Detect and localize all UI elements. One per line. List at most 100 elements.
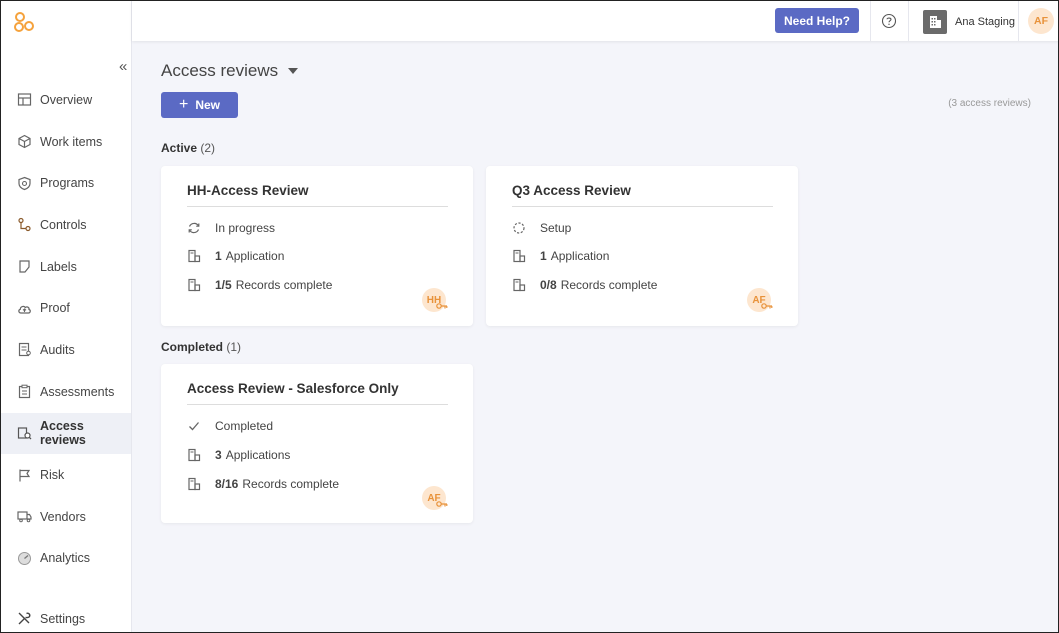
- sidebar-item-label: Risk: [40, 468, 65, 483]
- application-icon: [513, 249, 526, 263]
- controls-icon: [18, 218, 31, 232]
- owner-avatar: AF: [747, 288, 773, 312]
- card-divider: [187, 206, 448, 207]
- apps-count: 3: [215, 448, 222, 462]
- caret-down-icon: [288, 68, 299, 74]
- access-review-card[interactable]: HH-Access Review In progress 1 Applicati…: [161, 166, 473, 326]
- sidebar-item-label: Work items: [40, 134, 103, 149]
- key-icon: [436, 501, 448, 507]
- cloud-upload-icon: [18, 305, 31, 314]
- owner-avatar: AF: [422, 486, 448, 510]
- app-window: « Overview Work items Programs Controls …: [0, 0, 1059, 633]
- records-count: 0/8: [540, 278, 557, 292]
- records-icon: [188, 477, 201, 491]
- apps-count: 1: [540, 249, 547, 263]
- sidebar: « Overview Work items Programs Controls …: [1, 1, 132, 632]
- card-divider: [512, 206, 773, 207]
- wrench-icon: [18, 612, 31, 625]
- topbar-divider: [1018, 1, 1019, 41]
- access-review-icon: [17, 427, 32, 440]
- card-status: Completed: [187, 419, 273, 433]
- completed-section-header: Completed (1): [161, 340, 241, 354]
- application-icon: [188, 249, 201, 263]
- sidebar-item-settings[interactable]: Settings: [1, 598, 131, 632]
- page-title: Access reviews: [161, 61, 279, 80]
- org-switcher[interactable]: Ana Staging: [923, 10, 1015, 34]
- card-records: 1/5 Records complete: [187, 278, 332, 292]
- help-icon[interactable]: [881, 13, 897, 29]
- apps-label: Application: [550, 249, 610, 263]
- flag-icon: [19, 469, 31, 482]
- topbar: Need Help? Ana Staging AF: [132, 1, 1058, 41]
- card-records: 0/8 Records complete: [512, 278, 657, 292]
- card-records: 8/16 Records complete: [187, 477, 339, 491]
- owner-avatar: HH: [422, 288, 448, 312]
- card-applications: 1 Application: [187, 249, 284, 263]
- card-title: Access Review - Salesforce Only: [187, 381, 399, 396]
- refresh-icon: [188, 222, 200, 234]
- card-divider: [187, 404, 448, 405]
- section-label: Active: [161, 141, 198, 155]
- check-icon: [189, 422, 199, 431]
- new-button-label: New: [195, 98, 221, 112]
- sidebar-settings: Settings: [1, 598, 131, 632]
- card-applications: 3 Applications: [187, 448, 290, 462]
- truck-icon: [17, 511, 32, 523]
- new-access-review-button[interactable]: + New: [161, 92, 238, 118]
- sidebar-item-overview[interactable]: Overview: [1, 79, 131, 121]
- status-text: Setup: [540, 221, 572, 235]
- sidebar-item-label: Analytics: [40, 551, 91, 566]
- user-avatar[interactable]: AF: [1028, 8, 1054, 34]
- sidebar-item-label: Audits: [40, 342, 75, 357]
- sidebar-item-risk[interactable]: Risk: [1, 454, 131, 496]
- records-label: Records complete: [242, 477, 340, 491]
- need-help-button[interactable]: Need Help?: [775, 8, 859, 33]
- sidebar-item-proof[interactable]: Proof: [1, 287, 131, 329]
- apps-label: Application: [225, 249, 285, 263]
- collapse-sidebar-button[interactable]: «: [119, 59, 127, 75]
- sidebar-item-controls[interactable]: Controls: [1, 204, 131, 246]
- plus-icon: +: [178, 96, 189, 113]
- gauge-icon: [18, 551, 31, 565]
- access-review-card[interactable]: Q3 Access Review Setup 1 Application 0/8…: [486, 166, 798, 326]
- sidebar-item-analytics[interactable]: Analytics: [1, 538, 131, 580]
- records-label: Records complete: [560, 278, 658, 292]
- access-review-card[interactable]: Access Review - Salesforce Only Complete…: [161, 364, 473, 523]
- section-count: (2): [200, 141, 216, 155]
- card-title: Q3 Access Review: [512, 183, 631, 198]
- page-title-dropdown[interactable]: Access reviews: [161, 61, 299, 81]
- dashed-circle-icon: [513, 222, 525, 234]
- sidebar-item-access-reviews[interactable]: Access reviews: [1, 412, 131, 455]
- sidebar-item-label: Access reviews: [40, 419, 86, 448]
- shield-icon: [18, 176, 31, 190]
- sidebar-item-label: Settings: [40, 611, 86, 626]
- section-label: Completed: [161, 340, 224, 354]
- records-label: Records complete: [235, 278, 333, 292]
- logo-icon[interactable]: [13, 11, 35, 33]
- sidebar-item-label: Assessments: [40, 384, 115, 399]
- sidebar-item-work-items[interactable]: Work items: [1, 121, 131, 163]
- application-icon: [188, 448, 201, 462]
- apps-label: Applications: [225, 448, 291, 462]
- key-icon: [436, 303, 448, 309]
- card-applications: 1 Application: [512, 249, 609, 263]
- sidebar-item-label: Overview: [40, 92, 93, 107]
- sidebar-item-label: Labels: [40, 259, 77, 274]
- records-count: 1/5: [215, 278, 232, 292]
- apps-count: 1: [215, 249, 222, 263]
- sidebar-item-programs[interactable]: Programs: [1, 162, 131, 204]
- sidebar-item-vendors[interactable]: Vendors: [1, 496, 131, 538]
- topbar-divider: [870, 1, 871, 41]
- sidebar-nav: Overview Work items Programs Controls La…: [1, 79, 131, 579]
- sidebar-item-audits[interactable]: Audits: [1, 329, 131, 371]
- sidebar-item-assessments[interactable]: Assessments: [1, 371, 131, 413]
- sidebar-item-label: Proof: [40, 301, 70, 316]
- records-icon: [188, 278, 201, 292]
- building-icon: [923, 10, 947, 34]
- sidebar-item-labels[interactable]: Labels: [1, 246, 131, 288]
- section-count: (1): [226, 340, 242, 354]
- card-title: HH-Access Review: [187, 183, 309, 198]
- key-icon: [761, 303, 773, 309]
- topbar-divider: [908, 1, 909, 41]
- overview-icon: [17, 93, 32, 106]
